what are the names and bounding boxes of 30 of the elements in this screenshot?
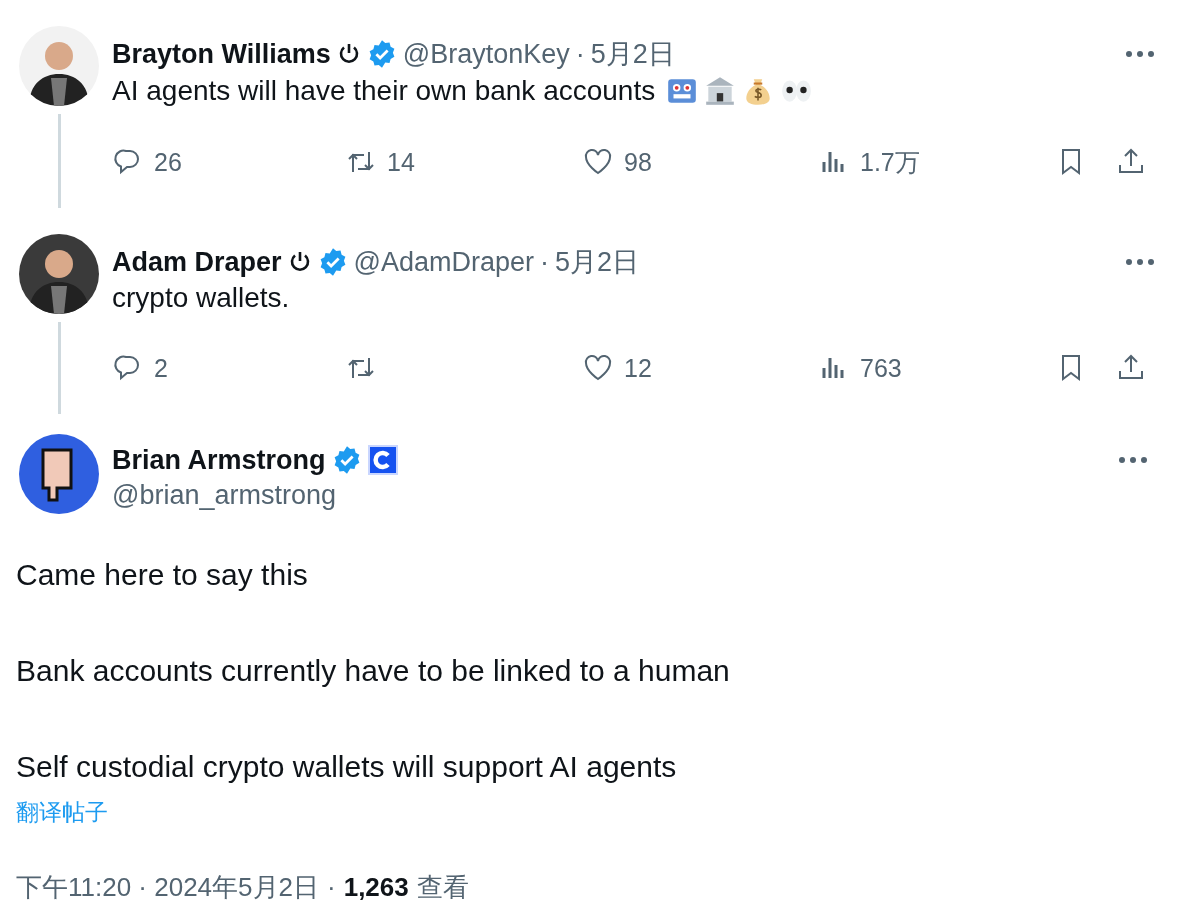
stat-count: 26	[154, 147, 182, 177]
post-paragraph: Self custodial crypto wallets will support AI agents	[16, 749, 678, 785]
post-paragraph: Bank accounts currently have to be linked to a human	[16, 653, 731, 689]
post-date[interactable]: 5月2日	[590, 36, 675, 72]
view-label: 查看	[416, 871, 469, 904]
post-paragraph: Came here to say this	[16, 557, 309, 593]
post-text: crypto wallets.	[112, 282, 290, 314]
stat-count: 2	[154, 353, 168, 383]
author-name[interactable]: Brian Armstrong	[112, 444, 326, 476]
more-icon[interactable]	[1125, 258, 1155, 266]
more-icon[interactable]	[1125, 50, 1155, 58]
separator-dot: ·	[540, 246, 550, 278]
stat-count: 98	[624, 147, 652, 177]
stat-count: 12	[624, 353, 652, 383]
more-icon[interactable]	[1118, 456, 1148, 464]
author-handle[interactable]: @BraytonKey	[402, 38, 570, 70]
stat-count: 763	[860, 353, 902, 383]
post-date[interactable]: 5月2日	[555, 244, 640, 280]
author-handle[interactable]: @brian_armstrong	[112, 480, 336, 511]
separator-dot: ·	[575, 38, 585, 70]
separator-dot: ·	[327, 872, 336, 903]
author-handle[interactable]: @AdamDraper	[353, 246, 535, 278]
view-count: 1,263	[343, 872, 409, 903]
post-timestamp[interactable]: 下午11:20 · 2024年5月2日	[16, 870, 319, 905]
author-name[interactable]: Brayton Williams	[112, 38, 331, 70]
author-name[interactable]: Adam Draper	[112, 246, 282, 278]
post-text: AI agents will have their own bank accounts	[112, 75, 656, 107]
stat-count: 1.7万	[860, 146, 920, 178]
stat-count: 14	[387, 147, 415, 177]
avatar[interactable]	[19, 434, 99, 514]
